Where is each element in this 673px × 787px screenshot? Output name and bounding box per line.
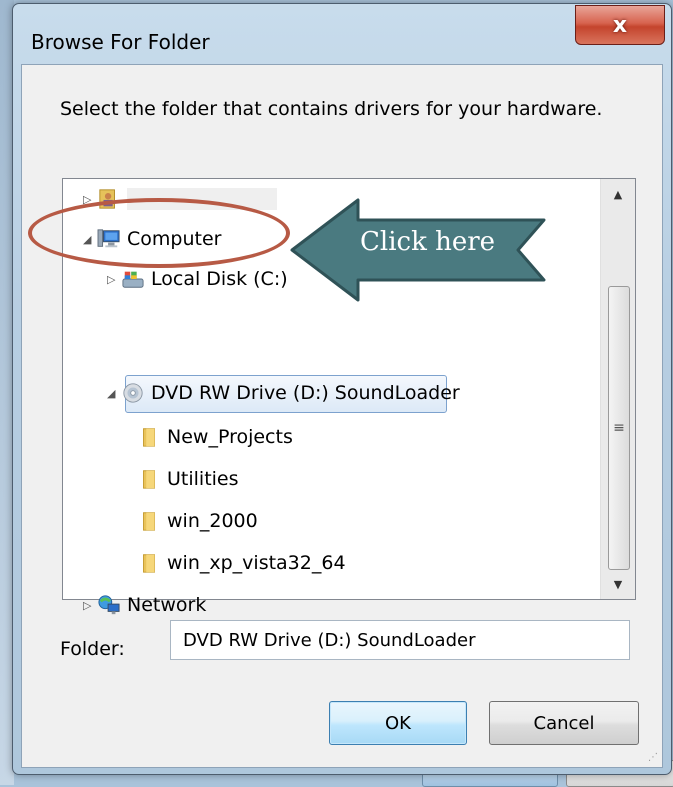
dvd-icon [123,383,143,403]
tree-item-network[interactable]: ▷ Network [83,589,206,621]
folder-icon [143,470,155,489]
tree-item-dvd-drive[interactable]: ◢ DVD RW Drive (D:) SoundLoader [107,377,460,409]
resize-grip-icon[interactable]: ⋰ [648,752,658,763]
scroll-down-icon[interactable]: ▼ [601,569,635,599]
network-icon [98,595,120,615]
scroll-thumb[interactable]: ≡ [608,286,630,570]
folder-input[interactable]: DVD RW Drive (D:) SoundLoader [170,620,630,660]
folder-icon [143,428,155,447]
tree-item-label: Network [127,594,207,616]
tree-item-label: win_2000 [167,510,258,532]
tree-item-folder[interactable]: New_Projects [137,421,293,453]
close-button[interactable]: x [575,5,665,45]
tree-item-label: Utilities [167,468,239,490]
callout-text: Click here [360,227,496,257]
tree-item-local-disk[interactable]: ▷ Local Disk (C:) [107,263,288,295]
folder-icon [143,512,155,531]
folder-icon [143,554,155,573]
highlight-ring [28,198,290,268]
tree-item-label: DVD RW Drive (D:) SoundLoader [151,382,460,404]
tree-item-folder[interactable]: Utilities [137,463,239,495]
browse-folder-dialog: Browse For Folder x Select the folder th… [12,3,672,775]
vertical-scrollbar[interactable]: ▲ ≡ ▼ [600,179,635,599]
cancel-button[interactable]: Cancel [489,701,639,745]
drive-icon [122,271,144,288]
folder-label: Folder: [60,638,125,660]
tree-item-label: Local Disk (C:) [151,268,288,290]
ok-button[interactable]: OK [329,701,467,745]
collapse-arrow-icon[interactable]: ◢ [107,387,121,400]
expand-arrow-icon[interactable]: ▷ [83,599,97,612]
tree-item-folder[interactable]: win_2000 [137,505,258,537]
instruction-text: Select the folder that contains drivers … [60,98,603,120]
dialog-body: Select the folder that contains drivers … [21,64,663,768]
expand-arrow-icon[interactable]: ▷ [107,273,121,286]
tree-item-label: New_Projects [167,426,293,448]
tree-item-folder[interactable]: win_xp_vista32_64 [137,547,346,579]
scroll-up-icon[interactable]: ▲ [601,179,635,209]
dialog-title: Browse For Folder [31,30,210,54]
close-icon: x [612,12,628,38]
tree-item-label: win_xp_vista32_64 [167,552,346,574]
